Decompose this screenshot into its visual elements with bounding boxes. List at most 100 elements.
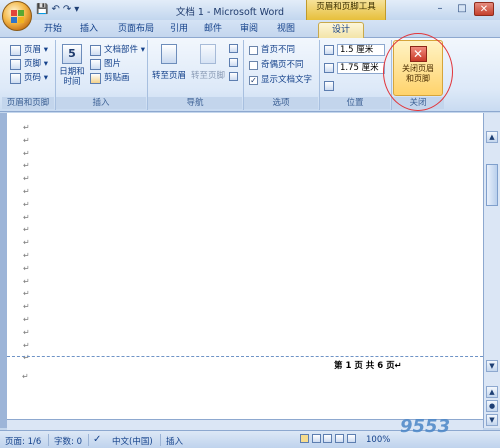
page-count-status[interactable]: 页面: 1/6 xyxy=(5,435,41,447)
outline-view-icon[interactable] xyxy=(335,434,345,443)
next-section-icon[interactable] xyxy=(229,58,238,67)
previous-section-icon[interactable] xyxy=(229,44,238,53)
paragraph-mark: ↵ xyxy=(23,199,30,209)
footer-position-icon xyxy=(324,63,334,76)
paragraph-mark: ↵ xyxy=(23,212,30,222)
paragraph-mark: ↵ xyxy=(23,340,30,350)
header-position-icon xyxy=(324,45,334,58)
insert-alignment-tab-icon[interactable] xyxy=(324,81,334,94)
next-page-icon[interactable]: ▼ xyxy=(486,414,498,426)
paragraph-mark: ↵ xyxy=(23,251,30,260)
view-buttons[interactable] xyxy=(300,434,356,446)
group-label-header-footer: 页眉和页脚 xyxy=(2,97,54,109)
paragraph-mark: ↵ xyxy=(23,289,30,299)
tab-view[interactable]: 视图 xyxy=(270,22,302,38)
footer-boundary-line xyxy=(7,356,483,357)
footer-paragraph-mark: ↵ xyxy=(22,372,29,381)
language-status[interactable]: 中文(中国) xyxy=(112,435,153,447)
paragraph-mark: ↵ xyxy=(23,238,30,248)
checkbox-unchecked-icon xyxy=(249,45,258,55)
clip-art-button[interactable]: 剪贴画 xyxy=(90,72,130,84)
vertical-scrollbar[interactable]: ▲ ▼ ▲ ● ▼ xyxy=(483,128,500,428)
draft-view-icon[interactable] xyxy=(346,434,356,443)
document-page[interactable]: ↵ ↵ ↵ ↵ ↵ ↵ ↵ ↵ ↵ ↵ ↵ ↵ ↵ ↵ ↵ ↵ ↵ ↵ ↵ xyxy=(7,113,483,428)
scroll-up-arrow-icon[interactable]: ▲ xyxy=(486,131,498,143)
paragraph-mark: ↵ xyxy=(23,315,30,324)
window-title: 文档 1 - Microsoft Word xyxy=(175,7,285,18)
paragraph-mark: ↵ xyxy=(23,353,30,363)
goto-footer-button: 转至页脚 xyxy=(189,44,227,81)
tab-insert[interactable]: 插入 xyxy=(72,22,106,38)
footer-button[interactable]: 页脚 ▾ xyxy=(10,58,48,70)
web-layout-icon[interactable] xyxy=(323,434,333,443)
undo-icon[interactable]: ↶ xyxy=(51,3,59,17)
tab-mailings[interactable]: 邮件 xyxy=(198,22,228,38)
close-x-icon: ✕ xyxy=(409,46,427,62)
group-label-close: 关闭 xyxy=(392,97,444,109)
goto-footer-icon xyxy=(200,44,216,64)
word-count-status[interactable]: 字数: 0 xyxy=(54,435,82,447)
paragraph-mark: ↵ xyxy=(23,302,30,312)
insert-mode-status[interactable]: 插入 xyxy=(166,435,183,447)
scroll-down-arrow-icon[interactable]: ▼ xyxy=(486,360,498,372)
paragraph-mark: ↵ xyxy=(23,263,30,273)
picture-button[interactable]: 图片 xyxy=(90,58,121,70)
picture-icon xyxy=(90,58,101,70)
print-layout-view-icon[interactable] xyxy=(300,434,309,443)
link-to-previous-icon[interactable] xyxy=(229,72,238,81)
quick-parts-button[interactable]: 文档部件 ▾ xyxy=(90,44,145,56)
different-first-page-checkbox[interactable]: 首页不同 xyxy=(249,44,295,56)
close-window-button[interactable]: ✕ xyxy=(474,2,494,16)
ruler-toggle-button[interactable] xyxy=(483,113,500,128)
paragraph-mark: ↵ xyxy=(23,148,30,158)
vertical-ruler xyxy=(0,113,7,428)
customize-qat-icon[interactable]: ▾ xyxy=(74,3,79,17)
save-icon[interactable]: 💾 xyxy=(36,3,48,17)
contextual-tab-header-footer-tools: 页眉和页脚工具 xyxy=(306,0,386,20)
checkmark-icon: ✓ xyxy=(249,75,258,85)
tab-page-layout[interactable]: 页面布局 xyxy=(110,22,162,38)
page-number-button[interactable]: 页码 ▾ xyxy=(10,72,48,84)
paragraph-mark: ↵ xyxy=(23,187,30,196)
status-separator xyxy=(160,434,161,446)
different-odd-even-checkbox[interactable]: 奇偶页不同 xyxy=(249,59,304,71)
redo-icon[interactable]: ↷ xyxy=(63,3,71,17)
paragraph-mark: ↵ xyxy=(23,276,30,286)
spell-check-icon[interactable]: ✓ xyxy=(93,434,101,445)
header-icon xyxy=(10,44,21,56)
close-header-footer-button[interactable]: ✕ 关闭页眉 和页脚 xyxy=(393,40,443,96)
footer-distance-input[interactable]: 1.75 厘米 xyxy=(337,62,385,74)
tab-design[interactable]: 设计 xyxy=(318,22,364,38)
office-logo-icon xyxy=(11,10,24,23)
paragraph-mark: ↵ xyxy=(23,225,30,235)
group-label-options: 选项 xyxy=(244,97,318,109)
previous-page-icon[interactable]: ▲ xyxy=(486,386,498,398)
full-screen-reading-icon[interactable] xyxy=(311,434,321,443)
paragraph-mark: ↵ xyxy=(23,327,30,337)
page-number-icon xyxy=(10,72,21,84)
calendar-icon: 5 xyxy=(62,44,82,64)
tab-review[interactable]: 审阅 xyxy=(232,22,266,38)
clip-art-icon xyxy=(90,72,101,84)
footer-icon xyxy=(10,58,21,70)
tab-references[interactable]: 引用 xyxy=(164,22,194,38)
minimize-button[interactable]: – xyxy=(430,2,450,16)
goto-header-button[interactable]: 转至页眉 xyxy=(150,44,188,81)
paragraph-mark: ↵ xyxy=(23,161,30,171)
header-distance-input[interactable]: 1.5 厘米 xyxy=(337,44,385,56)
select-browse-object-icon[interactable]: ● xyxy=(486,400,498,412)
group-label-position: 位置 xyxy=(320,97,390,109)
header-button[interactable]: 页眉 ▾ xyxy=(10,44,48,56)
footer-page-number-text[interactable]: 第 1 页 共 6 页↵ xyxy=(334,359,402,371)
tab-home[interactable]: 开始 xyxy=(36,22,70,38)
show-document-text-checkbox[interactable]: ✓ 显示文档文字 xyxy=(249,74,312,86)
maximize-button[interactable]: □ xyxy=(452,2,472,16)
date-time-button[interactable]: 5 日期和 时间 xyxy=(59,44,85,87)
checkbox-unchecked-icon xyxy=(249,60,258,70)
quick-access-toolbar: 💾 ↶ ↷ ▾ xyxy=(36,3,79,17)
office-button[interactable] xyxy=(2,1,32,31)
status-separator xyxy=(48,434,49,446)
zoom-level[interactable]: 100% xyxy=(366,435,390,445)
scrollbar-thumb[interactable] xyxy=(486,164,498,206)
paragraph-mark: ↵ xyxy=(23,135,30,145)
